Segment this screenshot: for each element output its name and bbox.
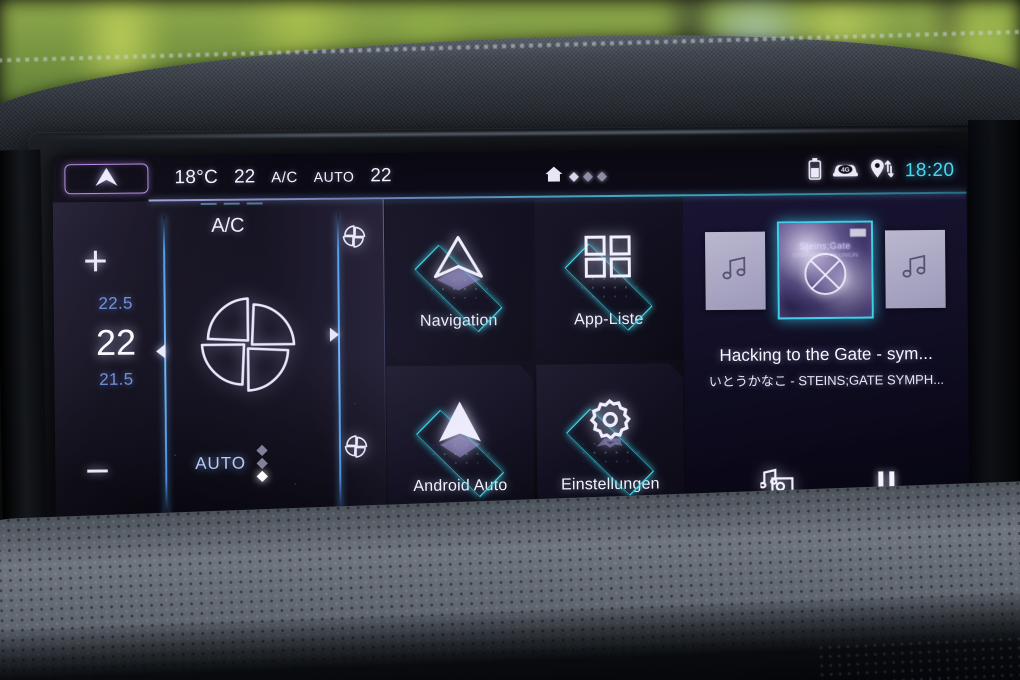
outside-temperature: 18°C — [174, 166, 219, 189]
temperature-selector[interactable]: 22.5 22 21.5 — [70, 293, 163, 390]
fan-icon-lower[interactable] — [341, 431, 371, 466]
album-art-previous[interactable] — [704, 231, 766, 311]
fan-icon-upper[interactable] — [339, 221, 369, 256]
driver-temperature[interactable]: 22 — [234, 166, 255, 188]
ac-status-label[interactable]: A/C — [271, 169, 298, 186]
passenger-temperature[interactable]: 22 — [370, 165, 391, 187]
album-art-current[interactable]: Steins;Gate SYMPHONIC REUNION — [776, 220, 874, 320]
battery-icon — [808, 158, 822, 185]
tile-icon-area — [550, 230, 667, 309]
temperature-option-below[interactable]: 21.5 — [70, 369, 162, 390]
album-art-badge — [849, 228, 867, 237]
location-pin-icon — [870, 158, 895, 184]
temperature-marker-left — [156, 344, 166, 359]
temperature-current[interactable]: 22 — [70, 322, 162, 363]
auto-label[interactable]: AUTO — [195, 454, 246, 474]
climate-status-group[interactable]: 18°C 22 A/C AUTO 22 — [174, 165, 391, 189]
tile-icon-area — [402, 396, 519, 475]
track-artist: いとうかなこ - STEINS;GATE SYMPH... — [708, 371, 945, 390]
tile-navigation[interactable]: Navigation — [384, 199, 533, 362]
fan-speed-dot[interactable] — [256, 457, 268, 470]
track-title: Hacking to the Gate - sym... — [719, 343, 933, 365]
climate-divider-left — [162, 215, 168, 516]
navigation-shortcut-button[interactable] — [64, 163, 149, 195]
ac-mode-label[interactable]: A/C — [53, 213, 383, 239]
home-page-indicator[interactable] — [544, 165, 607, 188]
music-note-icon — [720, 253, 750, 288]
fan-speed-dots[interactable] — [256, 444, 268, 483]
page-dot-active[interactable] — [568, 171, 579, 182]
tile-app-liste[interactable]: App-Liste — [534, 198, 683, 361]
tile-icon-area — [552, 395, 669, 474]
album-art-logo — [804, 252, 847, 295]
temperature-decrease-button[interactable]: − — [85, 447, 110, 494]
home-icon[interactable] — [544, 165, 563, 187]
dashboard-left-trim — [0, 149, 48, 571]
temperature-increase-button[interactable]: + — [83, 237, 108, 284]
infotainment-screen[interactable]: 18°C 22 A/C AUTO 22 4G 18:20 + − 22.5 22… — [52, 147, 970, 533]
fan-speed-dot-active[interactable] — [256, 470, 268, 483]
android-auto-icon — [402, 396, 519, 475]
app-grid-icon — [550, 230, 667, 309]
album-art-title: Steins;Gate — [799, 240, 851, 252]
status-icons-group: 4G 18:20 — [808, 157, 955, 185]
media-panel[interactable]: Steins;Gate SYMPHONIC REUNION Hacking to… — [682, 193, 970, 527]
album-art-carousel[interactable]: Steins;Gate SYMPHONIC REUNION — [683, 208, 968, 333]
fan-icon[interactable] — [181, 278, 314, 416]
app-tiles-grid: Navigation App-Liste Android Auto Einste… — [382, 196, 686, 530]
svg-text:4G: 4G — [842, 167, 851, 174]
tile-icon-area — [400, 231, 517, 310]
album-art-next[interactable] — [884, 229, 946, 309]
car-4g-icon: 4G — [833, 160, 859, 183]
temperature-option-above[interactable]: 22.5 — [70, 293, 162, 314]
climate-divider-right — [336, 213, 342, 514]
music-note-icon — [900, 251, 930, 286]
clock: 18:20 — [904, 159, 955, 181]
climate-panel[interactable]: + − 22.5 22 21.5 A/C AUTO — [52, 199, 386, 533]
page-dot[interactable] — [582, 171, 593, 182]
auto-status-label[interactable]: AUTO — [314, 168, 355, 184]
fan-marker-right — [329, 327, 340, 342]
photo-scene: 18°C 22 A/C AUTO 22 4G 18:20 + − 22.5 22… — [0, 0, 1020, 680]
navigation-arrow-icon — [400, 231, 517, 310]
gear-icon — [552, 395, 669, 474]
fan-speed-dot[interactable] — [256, 444, 268, 457]
page-dot[interactable] — [596, 171, 607, 182]
navigation-arrow-icon — [91, 165, 121, 192]
auto-fan-control[interactable]: AUTO — [195, 444, 268, 483]
main-panels: + − 22.5 22 21.5 A/C AUTO Navigation App… — [52, 193, 970, 533]
